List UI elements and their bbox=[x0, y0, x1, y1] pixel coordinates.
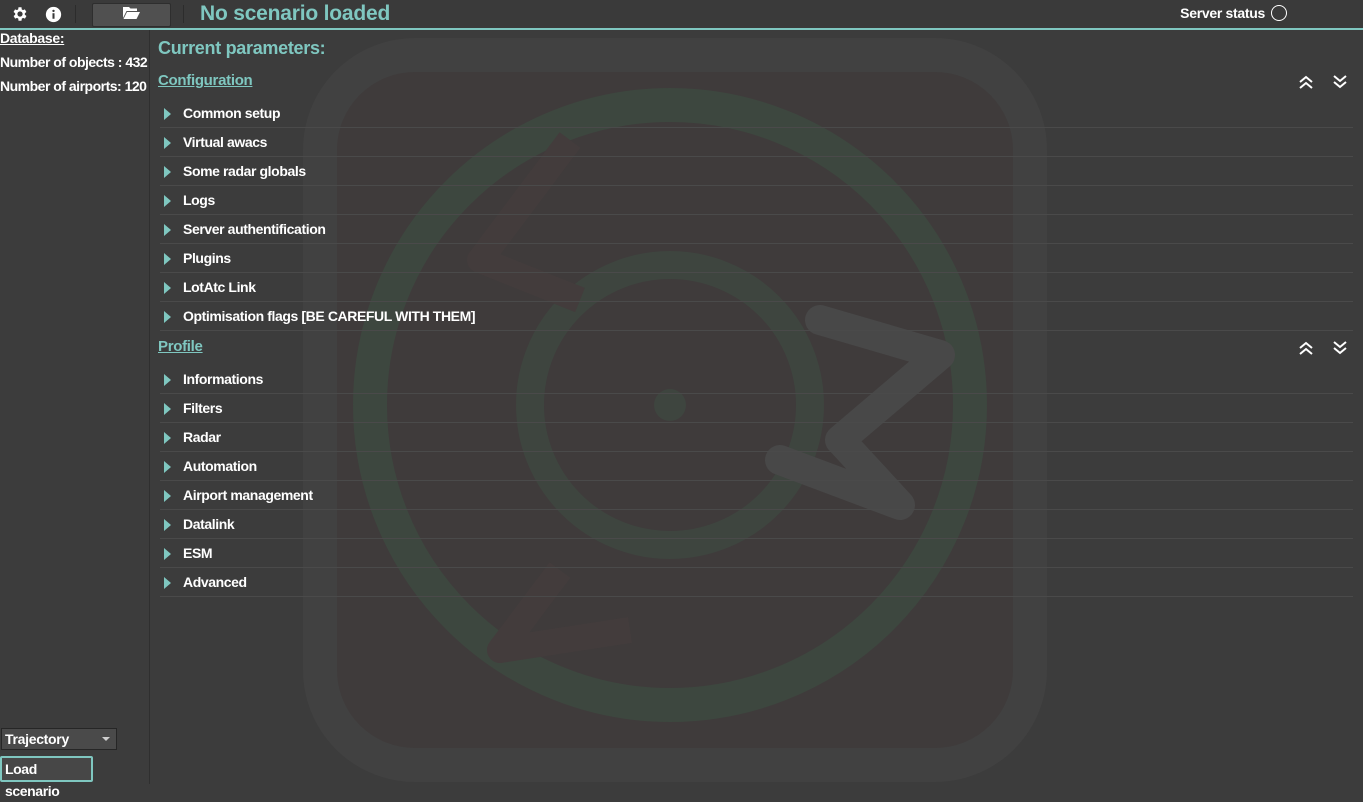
sidebar: Database: Number of objects : 432 Number… bbox=[0, 30, 150, 799]
profile-item-filters[interactable]: Filters bbox=[160, 394, 1353, 423]
expand-arrow-icon bbox=[164, 519, 171, 531]
profile-item-informations[interactable]: Informations bbox=[160, 365, 1353, 394]
expand-arrow-icon bbox=[164, 108, 171, 120]
config-item-lotatc-link[interactable]: LotAtc Link bbox=[160, 273, 1353, 302]
server-status-indicator-icon bbox=[1271, 5, 1287, 21]
parameters-panel: Current parameters: Configuration Common… bbox=[150, 30, 1363, 784]
gear-icon[interactable] bbox=[10, 4, 30, 24]
config-item-virtual-awacs[interactable]: Virtual awacs bbox=[160, 128, 1353, 157]
objects-count: Number of objects : 432 bbox=[0, 54, 148, 70]
expand-arrow-icon bbox=[164, 403, 171, 415]
config-item-plugins[interactable]: Plugins bbox=[160, 244, 1353, 273]
config-item-logs[interactable]: Logs bbox=[160, 186, 1353, 215]
expand-arrow-icon bbox=[164, 461, 171, 473]
profile-item-esm[interactable]: ESM bbox=[160, 539, 1353, 568]
expand-arrow-icon bbox=[164, 548, 171, 560]
expand-arrow-icon bbox=[164, 374, 171, 386]
folder-open-icon bbox=[123, 6, 140, 24]
expand-arrow-icon bbox=[164, 577, 171, 589]
expand-arrow-icon bbox=[164, 253, 171, 265]
section-configuration-title[interactable]: Configuration bbox=[158, 72, 253, 89]
airports-count: Number of airports: 120 bbox=[0, 78, 147, 94]
expand-all-icon[interactable] bbox=[1331, 73, 1349, 91]
expand-all-icon[interactable] bbox=[1331, 339, 1349, 357]
profile-item-datalink[interactable]: Datalink bbox=[160, 510, 1353, 539]
collapse-all-icon[interactable] bbox=[1297, 73, 1315, 91]
config-item-common-setup[interactable]: Common setup bbox=[160, 99, 1353, 128]
chevron-down-icon bbox=[102, 737, 110, 741]
expand-arrow-icon bbox=[164, 137, 171, 149]
profile-item-airport-management[interactable]: Airport management bbox=[160, 481, 1353, 510]
config-item-optimisation-flags[interactable]: Optimisation flags [BE CAREFUL WITH THEM… bbox=[160, 302, 1353, 331]
toolbar-separator bbox=[183, 5, 184, 23]
current-parameters-title: Current parameters: bbox=[158, 38, 326, 58]
collapse-all-icon[interactable] bbox=[1297, 339, 1315, 357]
scenario-title: No scenario loaded bbox=[200, 2, 391, 25]
expand-arrow-icon bbox=[164, 311, 171, 323]
load-scenario-button[interactable]: Load scenario bbox=[0, 756, 93, 799]
section-profile-title[interactable]: Profile bbox=[158, 338, 203, 355]
profile-item-radar[interactable]: Radar bbox=[160, 423, 1353, 452]
expand-arrow-icon bbox=[164, 195, 171, 207]
top-toolbar: No scenario loaded Server status bbox=[0, 0, 1363, 30]
expand-arrow-icon bbox=[164, 224, 171, 236]
expand-arrow-icon bbox=[164, 432, 171, 444]
info-icon[interactable] bbox=[43, 4, 63, 24]
server-status-label: Server status bbox=[1180, 5, 1265, 21]
expand-arrow-icon bbox=[164, 166, 171, 178]
expand-arrow-icon bbox=[164, 282, 171, 294]
trajectory-select-value: Trajectory bbox=[5, 731, 69, 747]
server-status: Server status bbox=[1180, 5, 1287, 21]
toolbar-separator bbox=[75, 5, 76, 23]
profile-item-automation[interactable]: Automation bbox=[160, 452, 1353, 481]
open-scenario-button[interactable] bbox=[92, 3, 171, 27]
profile-item-advanced[interactable]: Advanced bbox=[160, 568, 1353, 597]
trajectory-select[interactable]: Trajectory bbox=[1, 728, 117, 750]
database-title: Database: bbox=[0, 30, 65, 46]
config-item-server-authentification[interactable]: Server authentification bbox=[160, 215, 1353, 244]
expand-arrow-icon bbox=[164, 490, 171, 502]
config-item-radar-globals[interactable]: Some radar globals bbox=[160, 157, 1353, 186]
